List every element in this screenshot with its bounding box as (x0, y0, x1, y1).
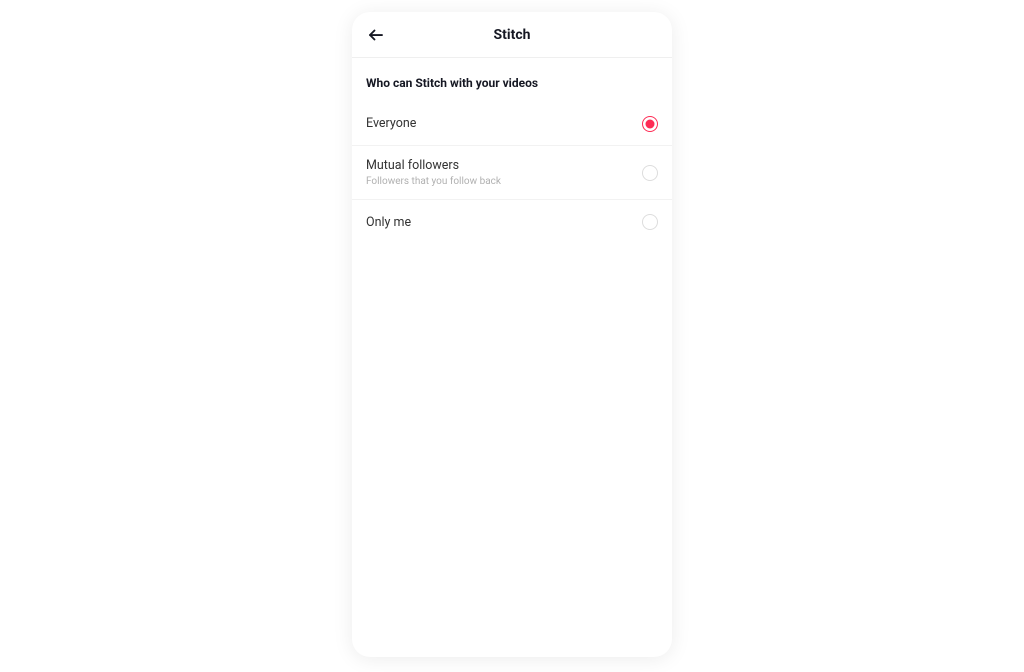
header: Stitch (352, 12, 672, 58)
option-label: Mutual followers (366, 158, 501, 173)
phone-frame: Stitch Who can Stitch with your videos E… (352, 12, 672, 657)
option-label: Only me (366, 215, 411, 230)
option-text: Only me (366, 215, 411, 230)
section-title: Who can Stitch with your videos (352, 58, 672, 102)
option-mutual-followers[interactable]: Mutual followers Followers that you foll… (352, 146, 672, 200)
option-text: Mutual followers Followers that you foll… (366, 158, 501, 187)
option-sublabel: Followers that you follow back (366, 176, 501, 187)
radio-mutual-followers[interactable] (642, 165, 658, 181)
option-label: Everyone (366, 116, 416, 131)
page-title: Stitch (494, 27, 531, 43)
radio-everyone[interactable] (642, 116, 658, 132)
back-arrow-icon (367, 26, 385, 44)
back-button[interactable] (364, 23, 388, 47)
option-text: Everyone (366, 116, 416, 131)
option-only-me[interactable]: Only me (352, 200, 672, 244)
radio-only-me[interactable] (642, 214, 658, 230)
option-everyone[interactable]: Everyone (352, 102, 672, 146)
